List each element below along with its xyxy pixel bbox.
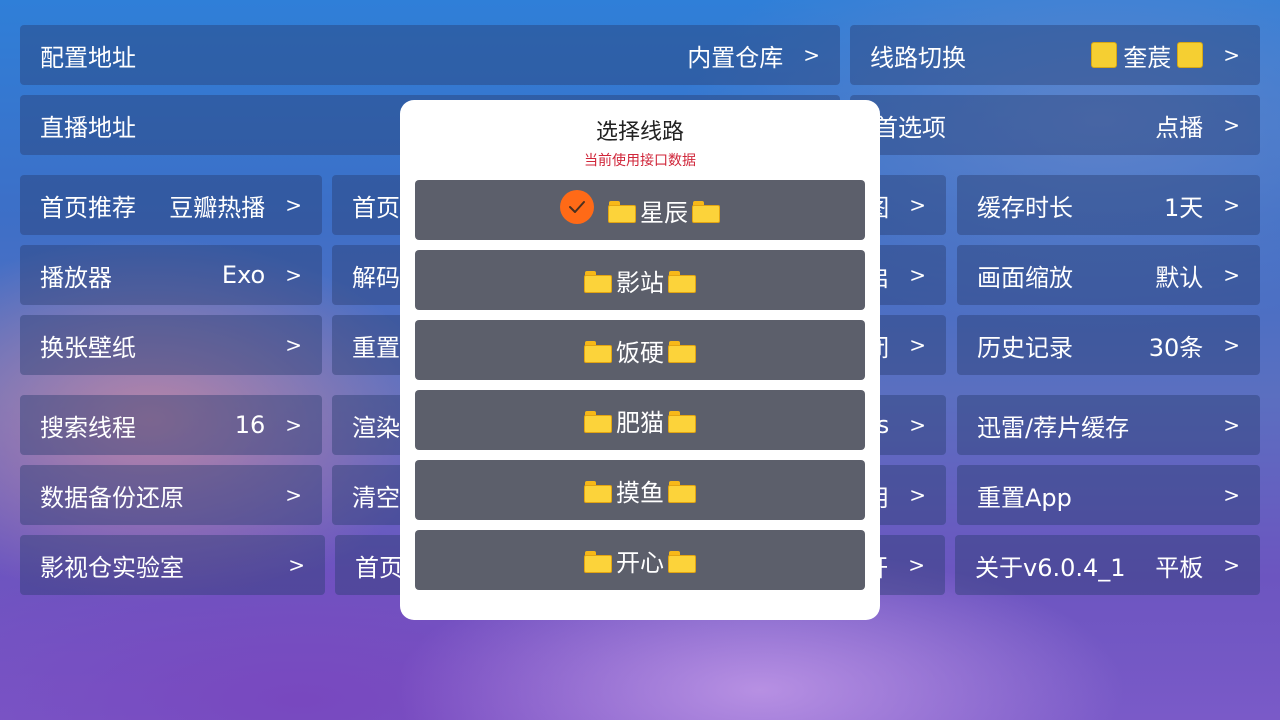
chevron-right-icon: > xyxy=(285,193,302,217)
config-address-label: 配置地址 xyxy=(40,43,136,72)
setting-value: Exo xyxy=(221,261,266,289)
thunder-cache-setting[interactable]: 迅雷/荐片缓存 > xyxy=(957,395,1260,455)
route-option-2[interactable]: 饭硬 xyxy=(415,320,865,380)
setting-label: 换张壁纸 xyxy=(40,333,136,362)
route-option-label: 肥猫 xyxy=(616,408,664,437)
folder-icon xyxy=(584,271,612,293)
setting-label: 首页推荐 xyxy=(40,193,136,222)
yellow-square-icon xyxy=(1177,42,1204,68)
chevron-right-icon: > xyxy=(803,43,820,67)
search-threads-setting[interactable]: 搜索线程 16 > xyxy=(20,395,322,455)
setting-label: 首页 xyxy=(352,193,400,222)
setting-label: 渲染 xyxy=(352,413,400,442)
chevron-right-icon: > xyxy=(288,553,305,577)
chevron-right-icon: > xyxy=(1223,333,1240,357)
live-address-label: 直播地址 xyxy=(40,113,136,142)
screen-scale-setting[interactable]: 画面缩放 默认 > xyxy=(957,245,1260,305)
home-recommend-setting[interactable]: 首页推荐 豆瓣热播 > xyxy=(20,175,322,235)
chevron-right-icon: > xyxy=(285,483,302,507)
setting-label: 缓存时长 xyxy=(977,193,1073,222)
lab-setting[interactable]: 影视仓实验室 > xyxy=(20,535,325,595)
folder-icon xyxy=(584,341,612,363)
chevron-right-icon: > xyxy=(1223,113,1240,137)
setting-label: 搜索线程 xyxy=(40,413,136,442)
folder-icon xyxy=(692,201,720,223)
history-setting[interactable]: 历史记录 30条 > xyxy=(957,315,1260,375)
setting-value: 30条 xyxy=(1148,333,1204,362)
route-option-label: 饭硬 xyxy=(616,338,664,367)
setting-value: 16 xyxy=(234,411,266,439)
setting-label: 解码 xyxy=(352,263,400,292)
setting-label: 清空 xyxy=(352,483,400,512)
folder-icon xyxy=(668,481,696,503)
home-option-label: 首选项 xyxy=(874,113,946,142)
dialog-subtitle: 当前使用接口数据 xyxy=(584,153,696,169)
folder-icon xyxy=(608,201,636,223)
chevron-right-icon: > xyxy=(285,333,302,357)
setting-label: 数据备份还原 xyxy=(40,483,184,512)
setting-value: 豆瓣热播 xyxy=(169,193,266,222)
chevron-right-icon: > xyxy=(909,263,926,287)
folder-icon xyxy=(584,481,612,503)
chevron-right-icon: > xyxy=(1223,263,1240,287)
route-switch-setting[interactable]: 线路切换 奎莀 > xyxy=(850,25,1260,85)
setting-label: 关于v6.0.4_1 xyxy=(975,553,1126,582)
config-address-setting[interactable]: 配置地址 内置仓库 > xyxy=(20,25,840,85)
chevron-right-icon: > xyxy=(1223,193,1240,217)
check-icon xyxy=(560,190,594,224)
chevron-right-icon: > xyxy=(285,413,302,437)
folder-icon xyxy=(584,411,612,433)
setting-label: 迅雷/荐片缓存 xyxy=(977,413,1130,442)
folder-icon xyxy=(668,341,696,363)
setting-label: 画面缩放 xyxy=(977,263,1073,292)
chevron-right-icon: > xyxy=(909,413,926,437)
change-wallpaper-setting[interactable]: 换张壁纸 > xyxy=(20,315,322,375)
route-switch-label: 线路切换 xyxy=(870,43,966,72)
chevron-right-icon: > xyxy=(909,333,926,357)
setting-label: 重置 xyxy=(352,333,400,362)
folder-icon xyxy=(668,271,696,293)
config-address-value: 内置仓库 xyxy=(687,43,784,72)
route-option-label: 星辰 xyxy=(640,198,688,227)
chevron-right-icon: > xyxy=(909,483,926,507)
route-option-0[interactable]: 星辰 xyxy=(415,180,865,240)
about-setting[interactable]: 关于v6.0.4_1 平板 > xyxy=(955,535,1260,595)
setting-label: 影视仓实验室 xyxy=(40,553,184,582)
setting-value: 1天 xyxy=(1163,193,1204,222)
route-option-1[interactable]: 影站 xyxy=(415,250,865,310)
folder-icon xyxy=(668,411,696,433)
setting-label: 历史记录 xyxy=(977,333,1073,362)
route-option-3[interactable]: 肥猫 xyxy=(415,390,865,450)
setting-label: 重置App xyxy=(977,483,1072,512)
reset-app-setting[interactable]: 重置App > xyxy=(957,465,1260,525)
route-option-4[interactable]: 摸鱼 xyxy=(415,460,865,520)
chevron-right-icon: > xyxy=(1223,553,1240,577)
yellow-square-icon xyxy=(1091,42,1118,68)
setting-value: 默认 xyxy=(1155,263,1204,292)
setting-label: 首页 xyxy=(355,553,403,582)
route-switch-value: 奎莀 xyxy=(1123,43,1172,72)
home-option-value: 点播 xyxy=(1155,113,1204,142)
select-route-dialog: 选择线路 当前使用接口数据 星辰 影站 饭硬 肥猫 摸鱼 开心 xyxy=(400,100,880,620)
home-option-setting[interactable]: 首选项 点播 > xyxy=(850,95,1260,155)
chevron-right-icon: > xyxy=(1223,43,1240,67)
folder-icon xyxy=(668,551,696,573)
chevron-right-icon: > xyxy=(908,553,925,577)
route-option-label: 开心 xyxy=(616,548,664,577)
backup-restore-setting[interactable]: 数据备份还原 > xyxy=(20,465,322,525)
route-option-5[interactable]: 开心 xyxy=(415,530,865,590)
dialog-title: 选择线路 xyxy=(595,120,684,145)
chevron-right-icon: > xyxy=(285,263,302,287)
setting-label: 播放器 xyxy=(40,263,112,292)
route-option-label: 摸鱼 xyxy=(616,478,664,507)
cache-duration-setting[interactable]: 缓存时长 1天 > xyxy=(957,175,1260,235)
chevron-right-icon: > xyxy=(1223,413,1240,437)
chevron-right-icon: > xyxy=(909,193,926,217)
chevron-right-icon: > xyxy=(1223,483,1240,507)
folder-icon xyxy=(584,551,612,573)
route-option-label: 影站 xyxy=(616,268,664,297)
player-setting[interactable]: 播放器 Exo > xyxy=(20,245,322,305)
setting-value: 平板 xyxy=(1155,553,1204,582)
